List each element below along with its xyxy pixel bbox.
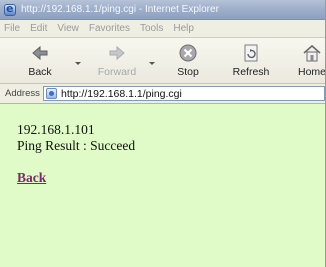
menu-edit[interactable]: Edit (30, 23, 47, 34)
page-content: 192.168.1.101 Ping Result : Succeed Back (0, 104, 325, 267)
toolbar: Back Forward Stop Refresh Home (0, 38, 325, 84)
stop-icon (166, 42, 210, 64)
menu-tools[interactable]: Tools (140, 23, 163, 34)
menu-view[interactable]: View (57, 23, 79, 34)
menu-favorites[interactable]: Favorites (89, 23, 130, 34)
title-bar: http://192.168.1.1/ping.cgi - Internet E… (0, 0, 325, 20)
home-icon (290, 42, 325, 64)
home-label: Home (297, 66, 326, 78)
address-input[interactable]: http://192.168.1.1/ping.cgi (43, 86, 325, 101)
forward-button[interactable]: Forward (92, 42, 142, 80)
back-button[interactable]: Back (18, 42, 62, 80)
page-icon (46, 88, 57, 99)
refresh-button[interactable]: Refresh (226, 42, 276, 80)
back-arrow-icon (18, 42, 62, 64)
back-link[interactable]: Back (17, 170, 46, 186)
menu-bar: File Edit View Favorites Tools Help (0, 20, 325, 38)
refresh-icon (226, 42, 276, 64)
ip-address-text: 192.168.1.101 (17, 122, 95, 137)
forward-label: Forward (97, 66, 137, 78)
browser-window: http://192.168.1.1/ping.cgi - Internet E… (0, 0, 326, 267)
address-label: Address (5, 88, 40, 99)
stop-label: Stop (177, 66, 199, 78)
menu-file[interactable]: File (4, 23, 20, 34)
address-bar: Address http://192.168.1.1/ping.cgi (0, 84, 325, 104)
refresh-label: Refresh (232, 66, 270, 78)
home-button[interactable]: Home (290, 42, 326, 80)
back-label: Back (28, 66, 52, 78)
menu-help[interactable]: Help (173, 23, 194, 34)
address-url: http://192.168.1.1/ping.cgi (61, 87, 182, 100)
internet-explorer-icon (4, 2, 16, 16)
forward-arrow-icon (92, 42, 142, 64)
forward-dropdown-icon[interactable] (149, 62, 155, 65)
ping-result-text: Ping Result : Succeed (17, 138, 136, 153)
back-dropdown-icon[interactable] (75, 62, 81, 65)
window-title: http://192.168.1.1/ping.cgi - Internet E… (21, 4, 219, 15)
stop-button[interactable]: Stop (166, 42, 210, 80)
